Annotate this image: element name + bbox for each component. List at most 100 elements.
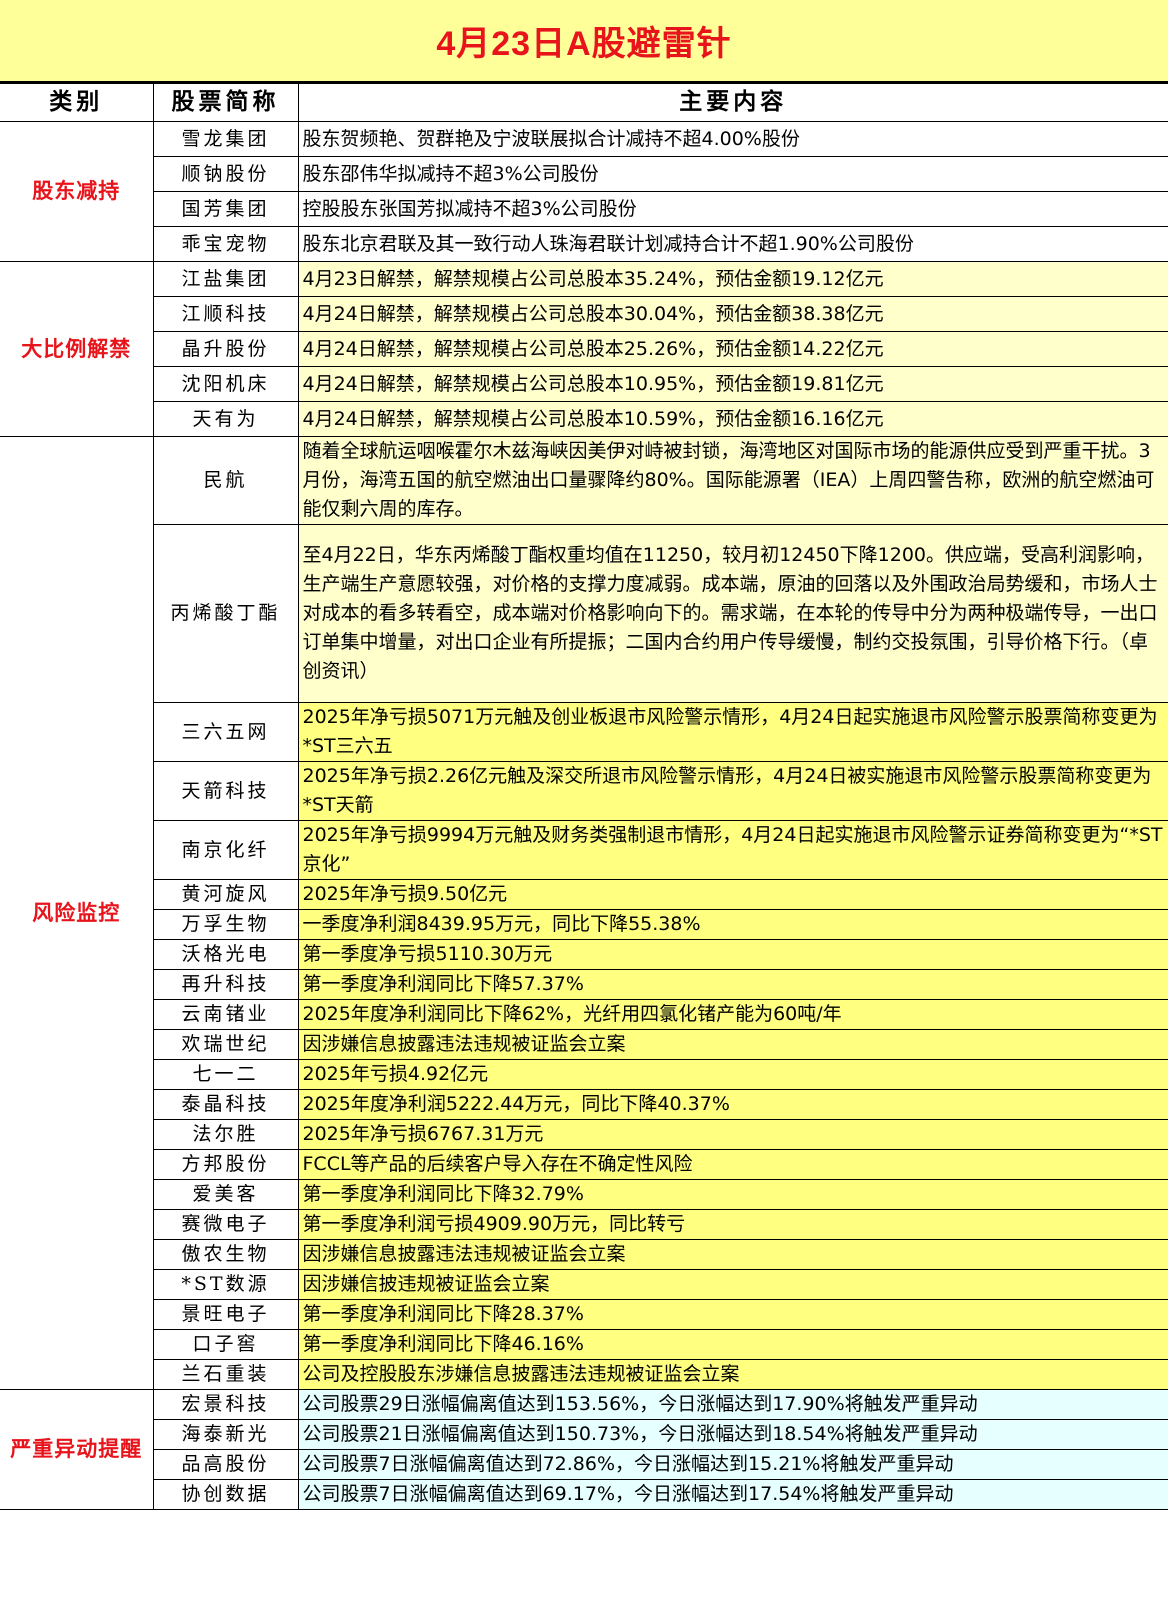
header-content: 主要内容 [297,83,1168,122]
table-row: 国芳集团 控股股东张国芳拟减持不超3%公司股份 [0,191,1168,227]
table-row: 方邦股份 FCCL等产品的后续客户导入存在不确定性风险 [0,1149,1168,1180]
table-row: 丙烯酸丁酯 至4月22日，华东丙烯酸丁酯权重均值在11250，较月初12450下降… [0,524,1168,703]
stock-name-cell: 法尔胜 [153,1119,299,1150]
content-cell: 2025年净亏损9994万元触及财务类强制退市情形，4月24日起实施退市风险警示… [297,820,1168,880]
content-cell: 2025年净亏损6767.31万元 [297,1119,1168,1150]
stock-name-cell: 顺钠股份 [153,156,299,192]
content-cell: 一季度净利润8439.95万元，同比下降55.38% [297,909,1168,940]
table-row: 爱美客 第一季度净利润同比下降32.79% [0,1179,1168,1210]
table-row: 景旺电子 第一季度净利润同比下降28.37% [0,1299,1168,1330]
content-cell: 4月23日解禁，解禁规模占公司总股本35.24%，预估金额19.12亿元 [297,261,1168,297]
table-row: 晶升股份 4月24日解禁，解禁规模占公司总股本25.26%，预估金额14.22亿元 [0,331,1168,367]
table-row: 沈阳机床 4月24日解禁，解禁规模占公司总股本10.95%，预估金额19.81亿元 [0,366,1168,402]
stock-name-cell: 天有为 [153,401,299,437]
table-row: 天箭科技 2025年净亏损2.26亿元触及深交所退市风险警示情形，4月24日被实施… [0,761,1168,821]
table-row: 大比例解禁 江盐集团 4月23日解禁，解禁规模占公司总股本35.24%，预估金额19… [0,261,1168,437]
stock-name-cell: *ST数源 [153,1269,299,1300]
stock-name-cell: 江盐集团 [152,261,299,297]
stock-name-cell: 兰石重装 [153,1359,299,1390]
stock-name-cell: 再升科技 [153,969,299,1000]
table-row: 傲农生物 因涉嫌信息披露违法违规被证监会立案 [0,1239,1168,1270]
content-cell: 2025年净亏损5071万元触及创业板退市风险警示情形，4月24日起实施退市风险… [297,702,1168,762]
stock-name-cell: 傲农生物 [153,1239,299,1270]
stock-name-cell: 天箭科技 [153,761,299,821]
content-cell: 因涉嫌信息披露违法违规被证监会立案 [297,1239,1168,1270]
stock-name-cell: 赛微电子 [153,1209,299,1240]
content-cell: 4月24日解禁，解禁规模占公司总股本10.95%，预估金额19.81亿元 [297,366,1168,402]
header-category: 类别 [0,83,154,122]
category-cell: 大比例解禁 [0,261,154,437]
table-row: 口子窖 第一季度净利润同比下降46.16% [0,1329,1168,1360]
table-row: 万孚生物 一季度净利润8439.95万元，同比下降55.38% [0,909,1168,940]
content-cell: 2025年净亏损2.26亿元触及深交所退市风险警示情形，4月24日被实施退市风险… [297,761,1168,821]
table-row: 云南锗业 2025年度净利润同比下降62%，光纤用四氯化锗产能为60吨/年 [0,999,1168,1030]
table-row: 乖宝宠物 股东北京君联及其一致行动人珠海君联计划减持合计不超1.90%公司股份 [0,226,1168,262]
stock-name-cell: 七一二 [153,1059,299,1090]
table-row: 江顺科技 4月24日解禁，解禁规模占公司总股本30.04%，预估金额38.38亿元 [0,296,1168,332]
content-cell: 2025年度净利润5222.44万元，同比下降40.37% [297,1089,1168,1120]
table-row: 泰晶科技 2025年度净利润5222.44万元，同比下降40.37% [0,1089,1168,1120]
content-cell: 至4月22日，华东丙烯酸丁酯权重均值在11250，较月初12450下降1200。… [297,524,1168,703]
table-row: 赛微电子 第一季度净利润亏损4909.90万元，同比转亏 [0,1209,1168,1240]
content-cell: 公司股票29日涨幅偏离值达到153.56%，今日涨幅达到17.90%将触发严重异… [297,1389,1168,1420]
content-cell: 2025年净亏损9.50亿元 [297,879,1168,910]
stock-name-cell: 云南锗业 [153,999,299,1030]
content-cell: 公司股票7日涨幅偏离值达到72.86%，今日涨幅达到15.21%将触发严重异动 [297,1449,1168,1480]
table-row: 协创数据 公司股票7日涨幅偏离值达到69.17%，今日涨幅达到17.54%将触发严… [0,1479,1168,1510]
stock-name-cell: 爱美客 [153,1179,299,1210]
content-cell: 股东贺频艳、贺群艳及宁波联展拟合计减持不超4.00%股份 [297,121,1168,157]
stock-name-cell: 黄河旋风 [153,879,299,910]
table-row: 沃格光电 第一季度净亏损5110.30万元 [0,939,1168,970]
content-cell: 第一季度净利润同比下降28.37% [297,1299,1168,1330]
content-cell: 公司股票21日涨幅偏离值达到150.73%，今日涨幅达到18.54%将触发严重异… [297,1419,1168,1450]
stock-name-cell: 宏景科技 [152,1389,299,1420]
content-cell: 公司股票7日涨幅偏离值达到69.17%，今日涨幅达到17.54%将触发严重异动 [297,1479,1168,1510]
content-cell: 第一季度净利润同比下降57.37% [297,969,1168,1000]
table-row: 三六五网 2025年净亏损5071万元触及创业板退市风险警示情形，4月24日起实施… [0,702,1168,762]
stock-name-cell: 晶升股份 [153,331,299,367]
content-cell: 股东北京君联及其一致行动人珠海君联计划减持合计不超1.90%公司股份 [297,226,1168,262]
stock-name-cell: 泰晶科技 [153,1089,299,1120]
content-cell: 4月24日解禁，解禁规模占公司总股本30.04%，预估金额38.38亿元 [297,296,1168,332]
stock-name-cell: 品高股份 [153,1449,299,1480]
content-cell: 股东邵伟华拟减持不超3%公司股份 [297,156,1168,192]
stock-name-cell: 协创数据 [153,1479,299,1510]
header-stock: 股票简称 [152,83,299,122]
page-title: 4月23日A股避雷针 [0,0,1168,83]
content-cell: 4月24日解禁，解禁规模占公司总股本10.59%，预估金额16.16亿元 [297,401,1168,437]
risk-table: 类别 股票简称 主要内容 股东减持 雪龙集团 股东贺频艳、贺群艳及宁波联展拟合计减持… [0,83,1168,1510]
table-row: *ST数源 因涉嫌信披违规被证监会立案 [0,1269,1168,1300]
table-row: 南京化纤 2025年净亏损9994万元触及财务类强制退市情形，4月24日起实施退市… [0,820,1168,880]
stock-name-cell: 沈阳机床 [153,366,299,402]
category-cell: 股东减持 [0,121,154,262]
table-row: 兰石重装 公司及控股股东涉嫌信息披露违法违规被证监会立案 [0,1359,1168,1390]
stock-name-cell: 景旺电子 [153,1299,299,1330]
content-cell: 2025年亏损4.92亿元 [297,1059,1168,1090]
stock-name-cell: 三六五网 [153,702,299,762]
table-row: 风险监控 民航 随着全球航运咽喉霍尔木兹海峡因美伊对峙被封锁，海湾地区对国际市场的能… [0,436,1168,1390]
table-row: 股东减持 雪龙集团 股东贺频艳、贺群艳及宁波联展拟合计减持不超4.00%股份 [0,121,1168,262]
content-cell: 第一季度净亏损5110.30万元 [297,939,1168,970]
stock-name-cell: 方邦股份 [153,1149,299,1180]
table-row: 品高股份 公司股票7日涨幅偏离值达到72.86%，今日涨幅达到15.21%将触发严… [0,1449,1168,1480]
table-row: 天有为 4月24日解禁，解禁规模占公司总股本10.59%，预估金额16.16亿元 [0,401,1168,437]
stock-name-cell: 南京化纤 [153,820,299,880]
category-cell: 风险监控 [0,436,154,1390]
stock-name-cell: 国芳集团 [153,191,299,227]
table-row: 再升科技 第一季度净利润同比下降57.37% [0,969,1168,1000]
content-cell: 因涉嫌信息披露违法违规被证监会立案 [297,1029,1168,1060]
stock-name-cell: 民航 [152,436,299,525]
table-row: 黄河旋风 2025年净亏损9.50亿元 [0,879,1168,910]
content-cell: 4月24日解禁，解禁规模占公司总股本25.26%，预估金额14.22亿元 [297,331,1168,367]
content-cell: 因涉嫌信披违规被证监会立案 [297,1269,1168,1300]
table-row: 法尔胜 2025年净亏损6767.31万元 [0,1119,1168,1150]
content-cell: 控股股东张国芳拟减持不超3%公司股份 [297,191,1168,227]
table-row: 欢瑞世纪 因涉嫌信息披露违法违规被证监会立案 [0,1029,1168,1060]
content-cell: 2025年度净利润同比下降62%，光纤用四氯化锗产能为60吨/年 [297,999,1168,1030]
table-header-row: 类别 股票简称 主要内容 [0,83,1168,122]
content-cell: 第一季度净利润同比下降46.16% [297,1329,1168,1360]
stock-name-cell: 万孚生物 [153,909,299,940]
stock-name-cell: 雪龙集团 [152,121,299,157]
content-cell: 第一季度净利润同比下降32.79% [297,1179,1168,1210]
table-row: 海泰新光 公司股票21日涨幅偏离值达到150.73%，今日涨幅达到18.54%将触… [0,1419,1168,1450]
